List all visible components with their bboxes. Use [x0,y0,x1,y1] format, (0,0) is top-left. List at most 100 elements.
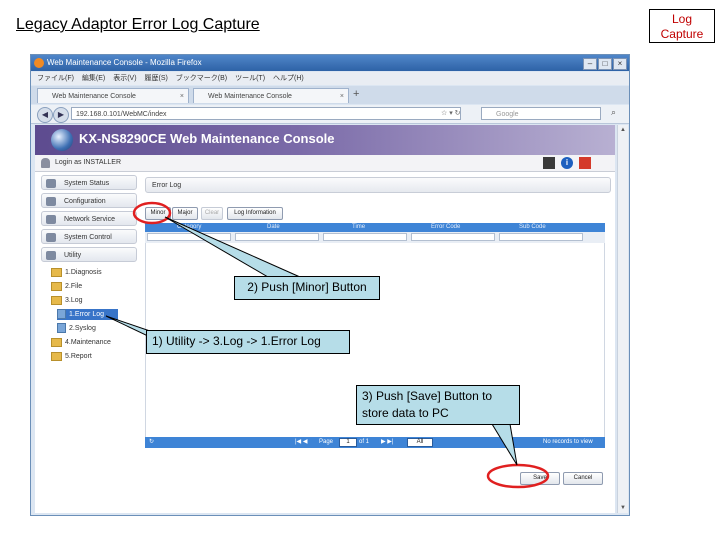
status-icon [46,179,56,188]
tab-label: Web Maintenance Console [52,93,136,100]
tab-label: Web Maintenance Console [208,93,292,100]
filter-input[interactable] [323,233,407,241]
pager-bar: ↻ |◀ ◀ Page 1 of 1 ▶ ▶| All No records t… [145,437,605,448]
column-header[interactable]: Category [177,223,201,232]
window-titlebar: Web Maintenance Console - Mozilla Firefo… [31,55,629,71]
tree-label: 2.File [65,283,83,290]
tree-label: 3.Log [65,297,83,304]
folder-icon [51,281,62,291]
scroll-up-icon[interactable]: ▲ [619,126,627,134]
tree-label: 5.Report [65,353,92,360]
control-icon [46,233,56,242]
scroll-down-icon[interactable]: ▼ [619,504,627,512]
logout-icon[interactable] [579,157,591,169]
refresh-icon[interactable]: ↻ [149,437,154,448]
nav-network-service[interactable]: Network Service [41,211,137,226]
info-icon[interactable]: i [561,157,573,169]
url-bar[interactable]: 192.168.0.101/WebMC/index [71,107,461,120]
tree-label: 1.Diagnosis [65,269,102,276]
tree-label: 2.Syslog [69,325,96,332]
tree-maintenance[interactable]: 4.Maintenance [51,337,111,348]
app-title: KX-NS8290CE Web Maintenance Console [79,131,335,146]
tree-error-log[interactable]: 1.Error Log [57,309,119,320]
cancel-button[interactable]: Cancel [563,472,603,485]
tree-label: 4.Maintenance [65,339,111,346]
column-header[interactable]: Error Code [431,223,460,232]
filter-input[interactable] [235,233,319,241]
major-button[interactable]: Major [172,207,198,220]
tree-file[interactable]: 2.File [51,281,82,292]
vertical-scrollbar[interactable]: ▲ ▼ [617,125,628,513]
window-title: Web Maintenance Console - Mozilla Firefo… [47,58,202,67]
forward-arrow-icon[interactable]: ▶ [53,107,69,123]
clear-button[interactable]: Clear [201,207,223,220]
save-button[interactable]: Save [520,472,560,485]
minor-button[interactable]: Minor [145,207,171,220]
folder-icon [51,351,62,361]
page-input[interactable]: 1 [339,438,357,447]
tab-close-icon[interactable]: × [340,89,344,104]
filter-row [145,232,605,243]
callout-step-2: 2) Push [Minor] Button [234,276,380,300]
app-header: KX-NS8290CE Web Maintenance Console [35,125,615,155]
page-size-select[interactable]: All [407,438,433,447]
browser-tab-2[interactable]: Web Maintenance Console × [193,88,349,103]
firefox-icon [34,58,44,68]
tree-log[interactable]: 3.Log [51,295,83,306]
filter-input[interactable] [499,233,583,241]
column-header[interactable]: Time [352,223,365,232]
browser-tab-1[interactable]: Web Maintenance Console × [37,88,189,103]
menu-help[interactable]: ヘルプ(H) [273,72,304,85]
save-disk-icon[interactable] [543,157,555,169]
column-header[interactable]: Date [267,223,280,232]
next-page-icon[interactable]: ▶ ▶| [381,437,393,448]
close-window-button[interactable]: × [613,58,627,70]
tab-close-icon[interactable]: × [180,89,184,104]
new-tab-button[interactable]: + [353,88,359,100]
globe-logo-icon [51,129,73,151]
folder-icon [51,337,62,347]
table-header: Category Date Time Error Code Sub Code [145,223,605,232]
nav-label: Utility [64,252,82,259]
tree-report[interactable]: 5.Report [51,351,92,362]
tree-diagnosis[interactable]: 1.Diagnosis [51,267,102,278]
search-input[interactable]: Google [481,107,601,120]
filter-input[interactable] [147,233,231,241]
reload-icon[interactable]: ☆ ▾ ↻ [441,107,461,120]
back-arrow-icon[interactable]: ◀ [37,107,53,123]
nav-utility[interactable]: Utility [41,247,137,262]
menu-bar: ファイル(F) 編集(E) 表示(V) 履歴(S) ブックマーク(B) ツール(… [31,72,629,85]
filter-input[interactable] [411,233,495,241]
menu-history[interactable]: 履歴(S) [145,72,168,85]
menu-tools[interactable]: ツール(T) [235,72,265,85]
log-information-button[interactable]: Log Information [227,207,283,220]
nav-configuration[interactable]: Configuration [41,193,137,208]
menu-bookmarks[interactable]: ブックマーク(B) [176,72,227,85]
menu-edit[interactable]: 編集(E) [82,72,105,85]
nav-label: Configuration [64,198,106,205]
search-icon[interactable]: ⌕ [611,107,616,118]
tree-syslog[interactable]: 2.Syslog [57,323,96,334]
login-label: Login as INSTALLER [55,159,122,166]
tree-label: 1.Error Log [69,311,105,318]
nav-label: System Control [64,234,112,241]
page-label: Page [319,439,334,445]
nav-system-status[interactable]: System Status [41,175,137,190]
nav-system-control[interactable]: System Control [41,229,137,244]
first-page-icon[interactable]: |◀ ◀ [295,437,307,448]
menu-file[interactable]: ファイル(F) [37,72,74,85]
folder-open-icon [51,295,62,305]
slide-title: Legacy Adaptor Error Log Capture [16,16,260,33]
column-header[interactable]: Sub Code [519,223,546,232]
maximize-button[interactable]: □ [598,58,612,70]
menu-view[interactable]: 表示(V) [113,72,136,85]
minimize-button[interactable]: – [583,58,597,70]
callout-step-3: 3) Push [Save] Button to store data to P… [356,385,520,425]
sidebar: System Status Configuration Network Serv… [41,175,139,509]
user-icon [41,158,50,168]
callout-step-1: 1) Utility -> 3.Log -> 1.Error Log [146,330,350,354]
nav-label: System Status [64,180,110,187]
tab-bar: Web Maintenance Console × Web Maintenanc… [31,86,629,104]
nav-label: Network Service [64,216,115,223]
corner-label: Log Capture [649,9,715,43]
